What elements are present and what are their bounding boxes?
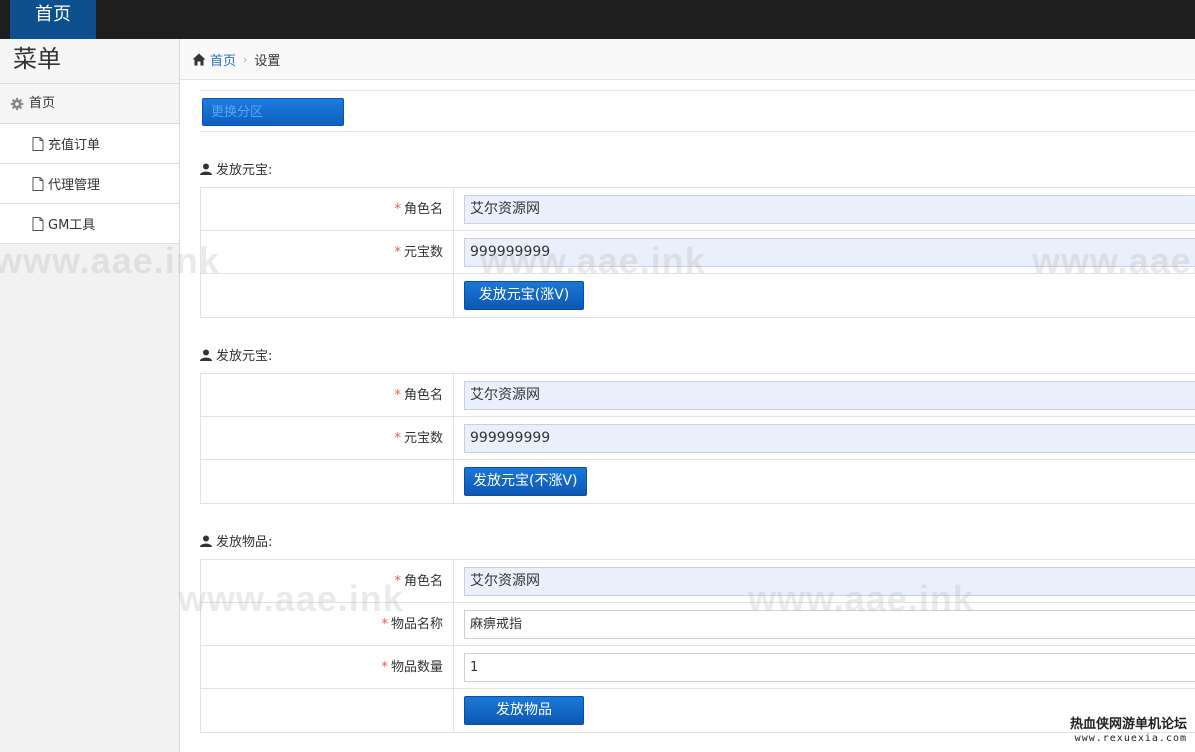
section-title-text: 发放元宝: xyxy=(216,163,273,178)
role-name-input[interactable]: 艾尔资源网 xyxy=(464,567,1195,596)
sidebar-item-agent-management[interactable]: 代理管理 xyxy=(0,164,179,204)
form-ingot-vip: * 角色名 艾尔资源网 * 元宝数 999999999 发放元宝(涨V) xyxy=(200,187,1195,318)
section-title: 发放元宝: xyxy=(200,159,272,178)
field-label: * 角色名 xyxy=(201,560,454,602)
sidebar-item-label: 代理管理 xyxy=(48,178,101,193)
field-label: * 元宝数 xyxy=(201,231,454,273)
form-grant-item: * 角色名 艾尔资源网 * 物品名称 麻痹戒指 * 物品数量 1 发放物品 xyxy=(200,559,1195,733)
form-row: * 物品名称 麻痹戒指 xyxy=(201,603,1195,646)
form-row: * 角色名 艾尔资源网 xyxy=(201,188,1195,231)
breadcrumb-home-link[interactable]: 首页 xyxy=(210,50,236,69)
field-label-empty xyxy=(201,689,454,732)
user-icon xyxy=(200,535,212,547)
sidebar-title: 菜单 xyxy=(0,39,179,84)
sidebar-item-label: 充值订单 xyxy=(48,138,101,153)
top-bar: 首页 xyxy=(0,0,1195,39)
field-label-empty xyxy=(201,274,454,317)
form-row: 发放元宝(不涨V) xyxy=(201,460,1195,503)
sidebar-item-home[interactable]: 首页 xyxy=(0,84,179,124)
grant-ingot-vip-button[interactable]: 发放元宝(涨V) xyxy=(464,281,584,310)
ingot-amount-input[interactable]: 999999999 xyxy=(464,238,1195,267)
sidebar-item-gm-tools[interactable]: GM工具 xyxy=(0,204,179,244)
form-row: 发放物品 xyxy=(201,689,1195,732)
user-icon xyxy=(200,163,212,175)
site-logo-url: www.rexuexia.com xyxy=(1074,733,1187,744)
home-icon xyxy=(192,53,206,65)
sidebar-item-recharge-orders[interactable]: 充值订单 xyxy=(0,124,179,164)
field-label: * 角色名 xyxy=(201,374,454,416)
sidebar-item-label: 首页 xyxy=(29,95,56,111)
form-ingot-no-vip: * 角色名 艾尔资源网 * 元宝数 999999999 发放元宝(不涨V) xyxy=(200,373,1195,504)
form-row: * 角色名 艾尔资源网 xyxy=(201,374,1195,417)
form-row: * 角色名 艾尔资源网 xyxy=(201,560,1195,603)
grant-ingot-no-vip-button[interactable]: 发放元宝(不涨V) xyxy=(464,467,587,496)
sidebar: 菜单 首页 充值订单 代理管理 GM工具 xyxy=(0,39,180,752)
top-home-tab[interactable]: 首页 xyxy=(10,0,96,39)
section-title-text: 发放元宝: xyxy=(216,349,273,364)
breadcrumb-current: 设置 xyxy=(254,53,281,69)
field-label: * 角色名 xyxy=(201,188,454,230)
form-row: * 元宝数 999999999 xyxy=(201,417,1195,460)
breadcrumb-separator-icon: › xyxy=(243,52,248,66)
grant-item-button[interactable]: 发放物品 xyxy=(464,696,584,725)
form-row: * 物品数量 1 xyxy=(201,646,1195,689)
gear-icon xyxy=(10,97,24,110)
field-label: * 物品数量 xyxy=(201,646,454,688)
site-logo: 热血侠网游单机论坛 www.rexuexia.com xyxy=(1070,718,1187,746)
section-title: 发放元宝: xyxy=(200,345,272,364)
ingot-amount-input[interactable]: 999999999 xyxy=(464,424,1195,453)
section-title: 发放物品: xyxy=(200,531,272,550)
breadcrumb: 首页 › 设置 xyxy=(180,39,1195,80)
field-label: * 元宝数 xyxy=(201,417,454,459)
main-content: 首页 › 设置 更换分区 发放元宝: * 角色名 艾尔资源网 * 元宝数 99999… xyxy=(180,39,1195,752)
document-icon xyxy=(32,216,44,231)
item-quantity-input[interactable]: 1 xyxy=(464,653,1195,682)
form-row: * 元宝数 999999999 xyxy=(201,231,1195,274)
sidebar-item-label: GM工具 xyxy=(48,218,96,233)
user-icon xyxy=(200,349,212,361)
site-logo-title: 热血侠网游单机论坛 xyxy=(1069,717,1187,732)
section-title-text: 发放物品: xyxy=(216,535,273,550)
form-row: 发放元宝(涨V) xyxy=(201,274,1195,317)
item-name-input[interactable]: 麻痹戒指 xyxy=(464,610,1195,639)
document-icon xyxy=(32,176,44,191)
toolbar: 更换分区 xyxy=(200,90,1195,132)
document-icon xyxy=(32,136,44,151)
role-name-input[interactable]: 艾尔资源网 xyxy=(464,195,1195,224)
field-label: * 物品名称 xyxy=(201,603,454,645)
switch-zone-button[interactable]: 更换分区 xyxy=(202,98,344,126)
field-label-empty xyxy=(201,460,454,503)
role-name-input[interactable]: 艾尔资源网 xyxy=(464,381,1195,410)
